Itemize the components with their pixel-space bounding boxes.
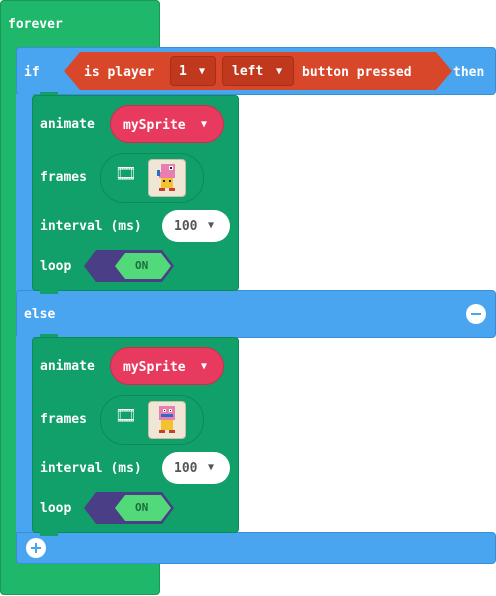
chevron-down-icon: ▼ xyxy=(276,66,283,77)
loop-toggle[interactable]: ON xyxy=(84,492,174,524)
chevron-down-icon: ▼ xyxy=(199,66,206,77)
player-value: 1 xyxy=(179,64,187,79)
block-notch xyxy=(40,290,58,294)
block-notch xyxy=(40,532,58,536)
forever-label: forever xyxy=(8,17,63,32)
player-dropdown[interactable]: 1 ▼ xyxy=(170,56,216,86)
loop-toggle[interactable]: ON xyxy=(84,250,174,282)
chevron-down-icon: ▼ xyxy=(208,462,215,473)
add-else-icon[interactable] xyxy=(26,538,46,558)
remove-else-icon[interactable] xyxy=(466,304,486,324)
loop-label: loop xyxy=(40,501,72,516)
minus-icon xyxy=(471,313,481,315)
sprite-frame-thumbnail[interactable] xyxy=(148,401,186,439)
loop-toggle-on: ON xyxy=(115,253,171,279)
interval-label: interval (ms) xyxy=(40,219,142,234)
then-label: then xyxy=(453,65,485,80)
frames-field[interactable]: 🎞 xyxy=(100,395,204,445)
loop-toggle-on: ON xyxy=(115,495,171,521)
plus-vertical xyxy=(35,543,37,553)
film-icon: 🎞 xyxy=(115,164,137,184)
interval-field[interactable]: 100 ▼ xyxy=(162,210,230,242)
frames-field[interactable]: 🎞 xyxy=(100,153,204,203)
interval-field[interactable]: 100 ▼ xyxy=(162,452,230,484)
chevron-down-icon: ▼ xyxy=(201,361,208,372)
loop-label: loop xyxy=(40,259,72,274)
direction-dropdown[interactable]: left ▼ xyxy=(222,56,294,86)
chevron-down-icon: ▼ xyxy=(208,220,215,231)
chevron-down-icon: ▼ xyxy=(201,119,208,130)
sprite-value: mySprite xyxy=(123,360,186,375)
if-label: if xyxy=(24,65,40,80)
if-block-arm xyxy=(16,94,33,294)
interval-value: 100 xyxy=(174,461,198,476)
sprite-dropdown[interactable]: mySprite ▼ xyxy=(110,105,224,143)
else-label: else xyxy=(24,307,56,322)
condition-suffix: button pressed xyxy=(302,65,412,80)
toggle-on-label: ON xyxy=(135,501,149,514)
animate-label: animate xyxy=(40,359,95,374)
else-bar[interactable] xyxy=(16,290,496,338)
frames-label: frames xyxy=(40,170,87,185)
if-block-footer[interactable] xyxy=(16,532,496,564)
film-icon: 🎞 xyxy=(115,406,137,426)
animate-label: animate xyxy=(40,117,95,132)
frames-label: frames xyxy=(40,412,87,427)
sprite-frame-thumbnail[interactable] xyxy=(148,159,186,197)
sprite-value: mySprite xyxy=(123,118,186,133)
toggle-on-label: ON xyxy=(135,259,149,272)
else-block-arm xyxy=(16,336,33,536)
interval-label: interval (ms) xyxy=(40,461,142,476)
condition-prefix: is player xyxy=(84,65,155,80)
sprite-dropdown[interactable]: mySprite ▼ xyxy=(110,347,224,385)
interval-value: 100 xyxy=(174,219,198,234)
direction-value: left xyxy=(232,64,264,79)
